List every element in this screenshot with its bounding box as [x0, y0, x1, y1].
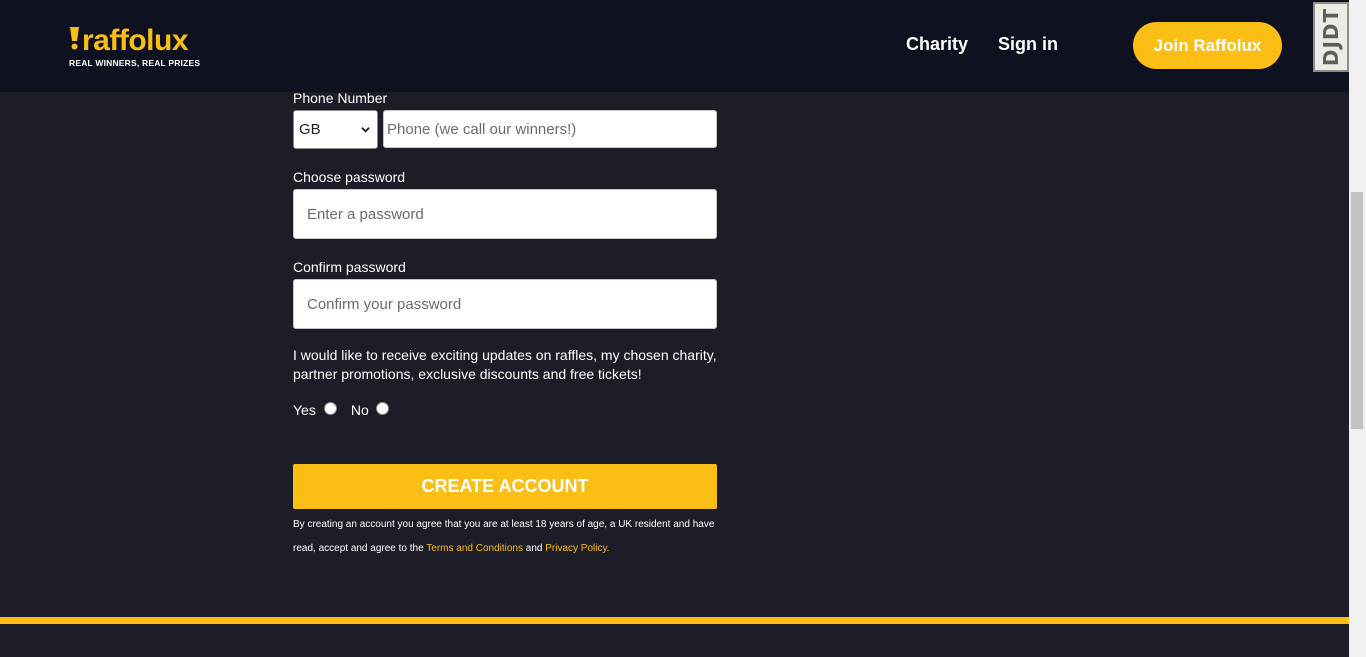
- radio-no-label: No: [350, 402, 369, 418]
- password-input[interactable]: [293, 189, 717, 239]
- phone-input[interactable]: [383, 110, 717, 148]
- radio-no[interactable]: [375, 401, 389, 415]
- legal-text: By creating an account you agree that yo…: [293, 513, 723, 561]
- confirm-password-label: Confirm password: [293, 259, 406, 275]
- debug-toolbar-label: DJDT: [1319, 7, 1344, 67]
- privacy-link[interactable]: Privacy Policy.: [545, 543, 609, 554]
- create-account-button[interactable]: CREATE ACCOUNT: [293, 464, 717, 509]
- radio-yes[interactable]: [323, 401, 337, 415]
- logo-wordmark: raffolux: [69, 23, 200, 57]
- marketing-consent-radios: Yes No: [293, 401, 389, 418]
- terms-link[interactable]: Terms and Conditions: [426, 543, 523, 554]
- logo-tagline: REAL WINNERS, REAL PRIZES: [69, 58, 201, 68]
- debug-toolbar-handle[interactable]: DJDT: [1313, 2, 1349, 72]
- chevron-down-icon: [361, 127, 370, 133]
- site-header: raffolux REAL WINNERS, REAL PRIZES Chari…: [0, 0, 1349, 92]
- page: raffolux REAL WINNERS, REAL PRIZES Chari…: [0, 0, 1366, 657]
- page-scrollbar[interactable]: [1349, 0, 1366, 657]
- radio-yes-label: Yes: [293, 402, 316, 418]
- confirm-password-input[interactable]: [293, 279, 717, 329]
- logo-mark-icon: [69, 26, 80, 55]
- nav-sign-in-link[interactable]: Sign in: [998, 34, 1058, 55]
- country-code-value: GB: [299, 121, 321, 138]
- phone-label: Phone Number: [293, 90, 388, 106]
- raffolux-logo[interactable]: raffolux REAL WINNERS, REAL PRIZES: [69, 23, 201, 68]
- password-label: Choose password: [293, 169, 406, 185]
- legal-and: and: [525, 543, 543, 554]
- logo-text: raffolux: [82, 23, 189, 57]
- nav-charity-link[interactable]: Charity: [906, 34, 968, 55]
- footer-accent-stripe: [0, 617, 1349, 624]
- marketing-consent-text: I would like to receive exciting updates…: [293, 347, 717, 382]
- country-code-select[interactable]: GB: [293, 110, 378, 149]
- scrollbar-thumb[interactable]: [1351, 192, 1363, 429]
- join-raffolux-button[interactable]: Join Raffolux: [1133, 22, 1282, 69]
